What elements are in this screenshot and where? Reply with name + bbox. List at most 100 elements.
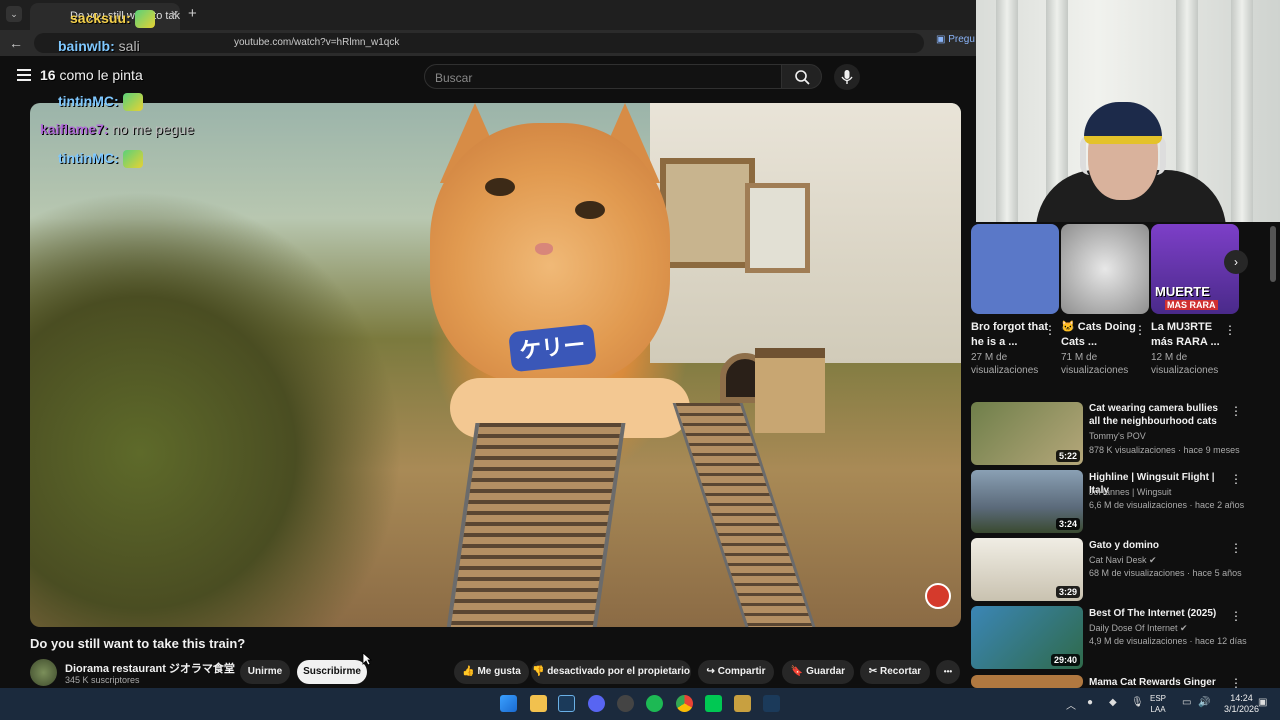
video-thumbnail[interactable]: 5:22 xyxy=(971,402,1083,465)
video-meta: 68 M de visualizaciones · hace 5 años xyxy=(1089,568,1242,578)
more-options-icon[interactable]: ⋮ xyxy=(1044,323,1056,337)
mouse-cursor-icon xyxy=(362,652,372,666)
system-clock[interactable]: 14:24 3/1/2026 xyxy=(1224,693,1259,715)
streamer-beanie xyxy=(1084,102,1162,144)
share-icon: ↪ xyxy=(706,666,715,677)
video-picture-frame xyxy=(660,158,755,268)
channel-watermark-icon[interactable] xyxy=(925,583,951,609)
tray-icon[interactable]: ● xyxy=(1087,697,1093,708)
chat-message: tintinMC: xyxy=(58,93,143,112)
obs-icon[interactable] xyxy=(617,695,634,712)
short-thumbnail[interactable] xyxy=(971,224,1059,314)
chat-message: sacksuu: xyxy=(70,10,155,29)
like-button[interactable]: 👍 Me gusta xyxy=(454,660,529,684)
video-picture-frame xyxy=(745,183,810,273)
tray-icon[interactable]: ◆ xyxy=(1109,697,1117,708)
new-tab-button[interactable]: + xyxy=(188,5,197,22)
windows-start-icon[interactable] xyxy=(500,695,517,712)
video-title[interactable]: Gato y domino xyxy=(1089,539,1219,552)
cat-eye xyxy=(485,178,515,196)
subscribe-button[interactable]: Suscribirme xyxy=(297,660,367,684)
video-thumbnail[interactable]: 3:24 xyxy=(971,470,1083,533)
video-player[interactable]: ケリー xyxy=(30,103,961,627)
video-title: Do you still want to take this train? xyxy=(30,636,246,651)
discord-icon[interactable] xyxy=(588,695,605,712)
video-thumbnail[interactable]: 29:40 xyxy=(971,606,1083,669)
short-views: 27 M de visualizaciones xyxy=(971,352,1039,376)
more-options-icon[interactable]: ⋮ xyxy=(1230,404,1242,418)
cat-eye xyxy=(575,201,605,219)
short-overlay-text: MUERTE xyxy=(1155,284,1210,299)
app-icon[interactable] xyxy=(734,695,751,712)
tray-expand-icon[interactable]: ︿ xyxy=(1066,697,1076,712)
chat-message: tintinMC: xyxy=(58,150,143,169)
more-options-icon[interactable]: ⋮ xyxy=(1230,609,1242,623)
share-button[interactable]: ↪ Compartir xyxy=(698,660,774,684)
chrome-icon[interactable] xyxy=(676,695,693,712)
url-field[interactable]: youtube.com/watch?v=hRlmn_w1qck xyxy=(34,33,924,53)
search-icon xyxy=(795,70,810,85)
tab-list-button[interactable]: ⌄ xyxy=(6,6,22,22)
more-options-icon[interactable]: ⋮ xyxy=(1230,472,1242,486)
chat-message: kaiflame7: no me pegue xyxy=(40,121,195,137)
video-thumbnail[interactable] xyxy=(971,675,1083,688)
tab-close-icon[interactable]: ✕ xyxy=(170,8,179,21)
search-button[interactable] xyxy=(781,64,822,89)
video-duration: 29:40 xyxy=(1050,654,1080,666)
short-title[interactable]: La MU3RTE más RARA ... xyxy=(1151,320,1231,350)
video-channel[interactable]: Daily Dose Of Internet ✔ xyxy=(1089,623,1188,634)
volume-icon[interactable]: 🔊 xyxy=(1198,697,1210,708)
more-actions-button[interactable]: ••• xyxy=(936,660,960,684)
file-explorer-icon[interactable] xyxy=(530,695,547,712)
video-thumbnail[interactable]: 3:29 xyxy=(971,538,1083,601)
short-views: 71 M de visualizaciones xyxy=(1061,352,1129,376)
video-title[interactable]: Cat wearing camera bullies all the neigh… xyxy=(1089,402,1219,428)
video-duration: 3:24 xyxy=(1055,518,1080,530)
short-thumbnail[interactable] xyxy=(1061,224,1149,314)
train-track xyxy=(672,403,818,627)
steam-icon[interactable] xyxy=(763,695,780,712)
subscriber-count: 345 K suscriptores xyxy=(65,675,140,685)
channel-avatar[interactable] xyxy=(30,659,57,686)
video-meta: 6,6 M de visualizaciones · hace 2 años xyxy=(1089,500,1245,510)
back-button[interactable]: ← xyxy=(9,35,23,51)
search-input[interactable]: Buscar xyxy=(424,64,782,89)
short-overlay-text: MAS RARA xyxy=(1165,300,1218,310)
video-channel[interactable]: JoHannes | Wingsuit xyxy=(1089,487,1171,497)
spotify-icon[interactable] xyxy=(646,695,663,712)
video-duration: 3:29 xyxy=(1055,586,1080,598)
join-button[interactable]: Unirme xyxy=(240,660,290,684)
video-meta: 4,9 M de visualizaciones · hace 12 días xyxy=(1089,636,1247,646)
short-title[interactable]: Bro forgot that he is a ... xyxy=(971,320,1051,350)
menu-icon[interactable] xyxy=(17,69,31,81)
network-icon[interactable]: ▭ xyxy=(1182,697,1191,708)
voice-search-button[interactable] xyxy=(834,64,860,90)
video-duration: 5:22 xyxy=(1055,450,1080,462)
language-indicator[interactable]: ESP LAA xyxy=(1150,693,1166,715)
ask-label: Pregu xyxy=(948,34,975,45)
more-options-icon[interactable]: ⋮ xyxy=(1230,541,1242,555)
next-shorts-button[interactable]: › xyxy=(1224,250,1248,274)
video-channel[interactable]: Cat Navi Desk ✔ xyxy=(1089,555,1157,566)
short-title[interactable]: 🐱 Cats Doing Cats ... xyxy=(1061,320,1141,350)
video-channel[interactable]: Tommy's POV xyxy=(1089,431,1146,441)
more-options-icon[interactable]: ⋮ xyxy=(1134,323,1146,337)
steam-icon[interactable] xyxy=(558,695,575,712)
chat-message: bainwlb: sali xyxy=(58,38,140,54)
microphone-icon[interactable]: 🎙 xyxy=(1131,697,1144,708)
clip-button[interactable]: ✂ Recortar xyxy=(860,660,930,684)
app-icon[interactable] xyxy=(705,695,722,712)
more-options-icon[interactable]: ⋮ xyxy=(1224,323,1236,337)
chat-message: 16 como le pinta xyxy=(40,67,143,83)
dislike-button[interactable]: 👎 desactivado por el propietario xyxy=(531,660,691,684)
video-title[interactable]: Best Of The Internet (2025) xyxy=(1089,607,1219,620)
notifications-icon[interactable]: ▣ xyxy=(1258,697,1267,708)
channel-name[interactable]: Diorama restaurant ジオラマ食堂 xyxy=(65,660,235,676)
video-meta: 878 K visualizaciones · hace 9 meses xyxy=(1089,445,1240,455)
save-button[interactable]: 🔖 Guardar xyxy=(782,660,854,684)
short-views: 12 M de visualizaciones xyxy=(1151,352,1219,376)
sidebar-scrollbar[interactable] xyxy=(1270,226,1276,282)
address-bar: ← youtube.com/watch?v=hRlmn_w1qck xyxy=(0,30,976,56)
ask-button[interactable]: ▣ Pregu xyxy=(936,34,976,50)
thumbs-up-icon: 👍 xyxy=(462,666,475,677)
